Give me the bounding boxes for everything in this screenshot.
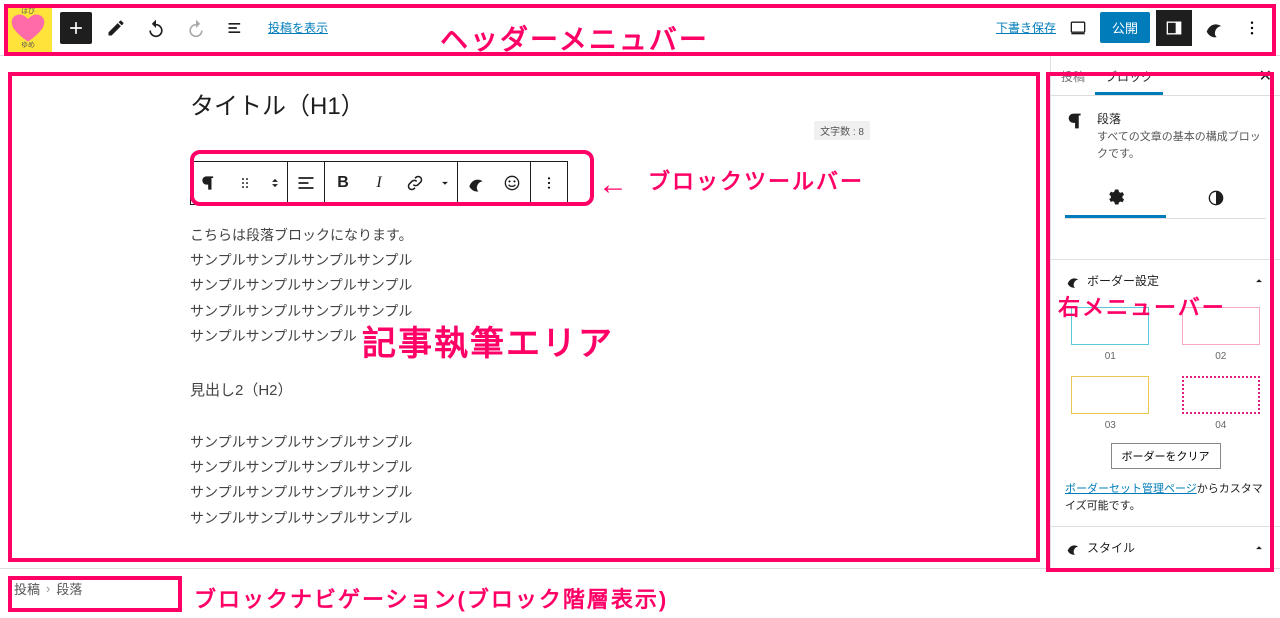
paragraph-line[interactable]: サンプルサンプルサンプルサンプル	[190, 480, 990, 505]
breadcrumb-item[interactable]: 投稿	[14, 579, 40, 598]
undo-button[interactable]	[140, 12, 172, 44]
header-right: 下書き保存 公開	[996, 10, 1268, 46]
panel-style: スタイル	[1051, 526, 1280, 568]
theme-toggle-button[interactable]	[1198, 12, 1230, 44]
more-menu-button[interactable]	[1236, 12, 1268, 44]
clear-border-button[interactable]: ボーダーをクリア	[1111, 443, 1221, 469]
more-format-button[interactable]	[433, 162, 457, 204]
heading-2[interactable]: 見出し2（H2）	[190, 379, 990, 400]
block-description: 段落 すべての文章の基本の構成ブロックです。	[1065, 110, 1266, 162]
block-toolbar: B I	[190, 161, 568, 205]
preview-button[interactable]	[1062, 12, 1094, 44]
border-option-03[interactable]	[1071, 376, 1149, 414]
header-toolbar: はぴ ゆめ 投稿を表示 下書き保存 公開	[0, 0, 1280, 56]
border-option-02[interactable]	[1182, 307, 1260, 345]
swoosh-toolbar-button[interactable]	[458, 162, 494, 204]
bold-button[interactable]: B	[325, 162, 361, 204]
chevron-down-icon	[438, 176, 452, 190]
preview-icon	[1068, 18, 1088, 38]
move-icon	[268, 173, 282, 193]
list-icon	[226, 18, 246, 38]
link-icon	[405, 173, 425, 193]
link-button[interactable]	[397, 162, 433, 204]
panel-border-title: ボーダー設定	[1087, 272, 1159, 289]
close-sidebar-button[interactable]: ✕	[1259, 66, 1272, 86]
tg-block-type	[191, 162, 288, 204]
block-more-button[interactable]	[531, 162, 567, 204]
sidebar-subtabs	[1065, 178, 1266, 219]
plus-icon	[66, 18, 86, 38]
settings-sidebar: 投稿 ブロック ✕ 段落 すべての文章の基本の構成ブロックです。 ボーダー設定	[1050, 56, 1280, 568]
paragraph-line[interactable]: こちらは段落ブロックになります。	[190, 223, 990, 248]
paragraph-line[interactable]: サンプルサンプルサンプルサンプル	[190, 248, 990, 273]
paragraph-line[interactable]: サンプルサンプルサンプルサンプル	[190, 430, 990, 455]
chevron-up-icon	[1252, 541, 1266, 555]
publish-button[interactable]: 公開	[1100, 12, 1150, 43]
emoji-icon	[502, 173, 522, 193]
align-button[interactable]	[288, 162, 324, 204]
italic-button[interactable]: I	[361, 162, 397, 204]
chevron-up-icon	[1252, 274, 1266, 288]
main-row: タイトル（H1） 文字数 : 8 B I	[0, 56, 1280, 568]
chevron-right-icon: ›	[46, 581, 50, 596]
add-block-button[interactable]	[60, 12, 92, 44]
border-option-01[interactable]	[1071, 307, 1149, 345]
settings-sidebar-toggle[interactable]	[1156, 10, 1192, 46]
paragraph-line[interactable]: サンプルサンプルサンプルサンプル	[190, 506, 990, 531]
emoji-button[interactable]	[494, 162, 530, 204]
redo-icon	[186, 18, 206, 38]
gear-icon	[1105, 187, 1125, 207]
tab-block[interactable]: ブロック	[1095, 56, 1163, 95]
subtab-styles[interactable]	[1166, 178, 1267, 218]
sidebar-body: 段落 すべての文章の基本の構成ブロックです。	[1051, 96, 1280, 259]
swoosh-icon	[1065, 540, 1081, 556]
block-desc-text: すべての文章の基本の構成ブロックです。	[1097, 129, 1266, 162]
editor-canvas[interactable]: タイトル（H1） 文字数 : 8 B I	[0, 56, 1050, 568]
paragraph-icon	[199, 173, 219, 193]
subtab-settings[interactable]	[1065, 178, 1166, 218]
swoosh-icon	[1203, 17, 1225, 39]
block-type-button[interactable]	[191, 162, 227, 204]
drag-handle[interactable]	[227, 162, 263, 204]
paragraph-line[interactable]: サンプルサンプルサンプル	[190, 324, 990, 349]
swoosh-icon	[1065, 273, 1081, 289]
post-title[interactable]: タイトル（H1）	[190, 86, 990, 121]
edit-button[interactable]	[100, 12, 132, 44]
paragraph-icon	[1065, 110, 1087, 162]
paragraph-line[interactable]: サンプルサンプルサンプルサンプル	[190, 273, 990, 298]
block-breadcrumb: 投稿 › 段落	[0, 568, 1280, 608]
save-draft-button[interactable]: 下書き保存	[996, 19, 1056, 36]
swoosh-icon	[466, 173, 486, 193]
panel-border: ボーダー設定 01 02 03 04 ボーダーをクリア ボーダーセット管理ページ…	[1051, 259, 1280, 526]
panel-style-head[interactable]: スタイル	[1051, 527, 1280, 568]
breadcrumb-item[interactable]: 段落	[56, 579, 82, 598]
block-name-label: 段落	[1097, 110, 1266, 127]
tab-post[interactable]: 投稿	[1051, 56, 1095, 95]
panel-border-head[interactable]: ボーダー設定	[1051, 260, 1280, 301]
panel-style-title: スタイル	[1087, 539, 1135, 556]
drag-icon	[237, 175, 253, 191]
border-settings-link[interactable]: ボーダーセット管理ページ	[1065, 483, 1197, 495]
site-logo[interactable]: はぴ ゆめ	[4, 4, 52, 52]
undo-icon	[146, 18, 166, 38]
outline-button[interactable]	[220, 12, 252, 44]
redo-button[interactable]	[180, 12, 212, 44]
move-buttons[interactable]	[263, 162, 287, 204]
border-option-04[interactable]	[1182, 376, 1260, 414]
border-link-row: ボーダーセット管理ページからカスタマイズ可能です。	[1051, 481, 1280, 526]
paragraph-line[interactable]: サンプルサンプルサンプルサンプル	[190, 299, 990, 324]
dots-vertical-icon	[541, 175, 557, 191]
view-post-link[interactable]: 投稿を表示	[268, 19, 328, 36]
contrast-icon	[1206, 188, 1226, 208]
pencil-icon	[106, 18, 126, 38]
char-count-badge: 文字数 : 8	[814, 121, 870, 140]
border-options: 01 02 03 04	[1051, 301, 1280, 443]
paragraph-line[interactable]: サンプルサンプルサンプルサンプル	[190, 455, 990, 480]
header-left: はぴ ゆめ 投稿を表示	[4, 4, 328, 52]
dots-vertical-icon	[1243, 19, 1261, 37]
sidebar-icon	[1164, 18, 1184, 38]
align-icon	[296, 173, 316, 193]
sidebar-tabs: 投稿 ブロック ✕	[1051, 56, 1280, 96]
